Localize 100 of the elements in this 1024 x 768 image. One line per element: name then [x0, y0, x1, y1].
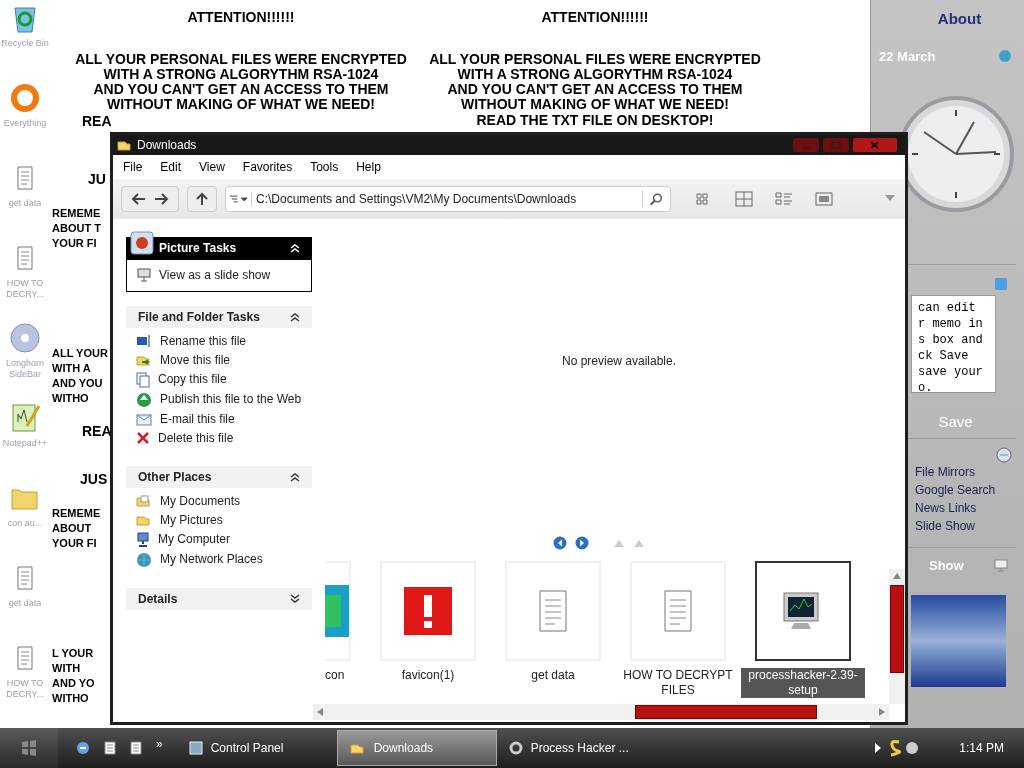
thumbnail-label: con: [325, 668, 346, 683]
task-link[interactable]: My Pictures: [136, 513, 302, 528]
previous-image-icon[interactable]: [553, 536, 567, 550]
wallpaper-text: WITH A STRONG ALGORYTHM RSA-1024: [457, 67, 733, 82]
start-button[interactable]: [0, 728, 58, 768]
task-link-text: View as a slide show: [159, 268, 271, 283]
windows-logo-icon: [20, 739, 38, 757]
task-pane-title: Details: [138, 591, 178, 608]
task-pane-header[interactable]: Picture Tasks: [126, 237, 312, 259]
details-view-icon[interactable]: [775, 191, 793, 207]
up-button[interactable]: [187, 186, 217, 212]
more-button[interactable]: »: [156, 735, 163, 753]
wallpaper-text: ALL YOUR: [52, 346, 108, 361]
task-link-text: My Network Places: [160, 552, 263, 567]
task-link[interactable]: Move this file: [136, 353, 302, 368]
task-link[interactable]: Delete this file: [136, 431, 302, 446]
task-pane-title: Picture Tasks: [159, 240, 237, 257]
chevron-icon[interactable]: [290, 594, 300, 604]
task-link[interactable]: Copy this file: [136, 372, 302, 388]
wallpaper-text: READ THE TXT FILE ON DESKTOP!: [476, 113, 714, 128]
thumbnail-label: get data: [530, 668, 576, 683]
network-globe-icon: [136, 552, 152, 568]
task-link[interactable]: My Computer: [136, 532, 302, 548]
taskbar-clock: 1:14 PM: [959, 740, 1004, 757]
next-image-icon[interactable]: [575, 536, 589, 550]
wallpaper-text: AND YOU CAN'T GET AN ACCESS TO THEM: [93, 82, 389, 97]
task-pane-title: Other Places: [138, 469, 212, 486]
back-arrow-icon[interactable]: [130, 192, 146, 206]
chevron-icon[interactable]: [290, 312, 300, 322]
scroll-right-icon[interactable]: [879, 708, 885, 716]
task-link[interactable]: My Documents: [136, 494, 302, 509]
address-field[interactable]: C:\Documents and Settings\VM2\My Documents\Downloads: [225, 186, 671, 212]
menu-item[interactable]: File: [123, 158, 143, 176]
task-pane-header[interactable]: Details: [126, 588, 312, 610]
sidebar-link[interactable]: News Links: [915, 498, 977, 517]
wallpaper-text: ABOUT T: [52, 221, 101, 236]
disc-icon: [9, 322, 41, 354]
tray-expand-icon[interactable]: [875, 743, 882, 753]
globe-icon: [998, 49, 1012, 64]
task-link-text: Delete this file: [158, 431, 234, 446]
taskbar-button[interactable]: Process Hacker ...: [496, 730, 657, 766]
copy-icon: [136, 372, 150, 388]
scrollbar-thumb[interactable]: [890, 585, 904, 673]
text-file-icon[interactable]: [104, 741, 116, 755]
wallpaper-text: WITH A STRONG ALGORYTHM RSA-1024: [103, 67, 379, 82]
memo-text: save your: [918, 364, 984, 380]
filmstrip-view-icon[interactable]: [815, 192, 833, 206]
sidebar-link[interactable]: File Mirrors: [915, 462, 975, 481]
thumbnail-label: HOW TO DECRYPT FILES: [622, 668, 734, 698]
text-file-icon: [537, 588, 569, 634]
text-file-icon: [662, 588, 694, 634]
wallpaper-text: WITHO: [52, 391, 89, 406]
task-link-text: E-mail this file: [160, 412, 235, 427]
image-thumbnail-icon: [325, 585, 349, 637]
window-title: Downloads: [137, 137, 198, 154]
wallpaper-text: WITH A: [52, 361, 91, 376]
close-icon[interactable]: [853, 138, 897, 152]
menu-item[interactable]: Edit: [160, 158, 182, 176]
sidebar-link[interactable]: Slide Show: [915, 516, 976, 535]
menu-item[interactable]: Favorites: [242, 158, 293, 176]
s-icon[interactable]: [889, 739, 902, 757]
task-pane-header[interactable]: File and Folder Tasks: [126, 306, 312, 328]
wallpaper-text: WITHOUT MAKING OF WHAT WE NEED!: [106, 97, 375, 112]
menu-item[interactable]: Tools: [310, 158, 339, 176]
menu-item[interactable]: View: [199, 158, 225, 176]
task-link-text: Copy this file: [158, 372, 227, 387]
task-link[interactable]: Publish this file to the Web: [136, 392, 302, 408]
taskbar-button[interactable]: Control Panel: [176, 730, 337, 766]
memo-text: o.: [918, 380, 934, 396]
memo-text: ck Save: [918, 348, 970, 364]
menu-item[interactable]: Help: [356, 158, 381, 176]
dropdown-caret-icon[interactable]: [885, 195, 895, 201]
task-link[interactable]: Rename this file: [136, 334, 302, 349]
forward-arrow-icon[interactable]: [154, 192, 170, 206]
documents-folder-icon: [136, 494, 152, 508]
tiles-view-icon[interactable]: [735, 191, 753, 207]
task-link-text: My Pictures: [160, 513, 223, 528]
task-link[interactable]: E-mail this file: [136, 412, 302, 427]
envelope-icon: [136, 412, 152, 426]
folder-icon: [349, 741, 366, 755]
sidebar-title[interactable]: About: [937, 8, 982, 31]
scroll-up-icon[interactable]: [893, 573, 901, 579]
text-file-icon[interactable]: [130, 741, 142, 755]
links-icon: [996, 446, 1012, 463]
chevron-icon[interactable]: [290, 472, 300, 482]
scrollbar-thumb[interactable]: [635, 705, 817, 719]
task-link[interactable]: My Network Places: [136, 552, 302, 568]
gadget-title: Show: [929, 556, 964, 575]
scroll-left-icon[interactable]: [317, 708, 323, 716]
task-link-text: Move this file: [160, 353, 231, 368]
thumbnail[interactable]: [755, 561, 851, 661]
memo-field[interactable]: can edit r memo in s box and ck Save save your o.: [911, 295, 996, 393]
task-pane-header[interactable]: Other Places: [126, 466, 312, 488]
memo-text: s box and: [918, 332, 984, 348]
notepad-icon: [9, 402, 41, 434]
sidebar-link[interactable]: Google Search: [915, 480, 996, 499]
wallpaper-text: WITHOUT MAKING OF WHAT WE NEED!: [460, 97, 729, 112]
taskbar-button[interactable]: Downloads: [336, 730, 497, 766]
disc-icon[interactable]: [905, 741, 920, 755]
task-link-text: Publish this file to the Web: [160, 392, 302, 407]
